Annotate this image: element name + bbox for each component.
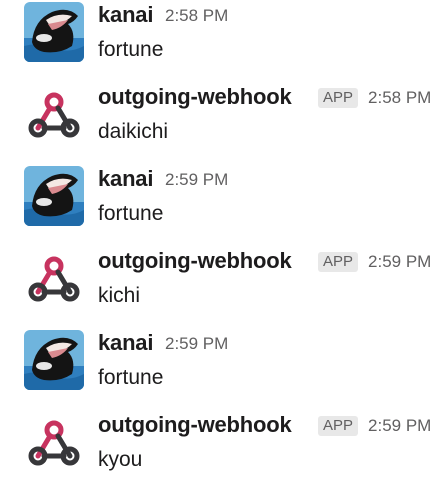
webhook-icon xyxy=(24,84,84,144)
sender-name[interactable]: kanai xyxy=(98,0,153,30)
timestamp[interactable]: 2:58 PM xyxy=(368,86,431,110)
app-badge: APP xyxy=(318,252,359,272)
app-badge: APP xyxy=(318,416,359,436)
message-text: daikichi xyxy=(98,120,169,143)
message-text: kichi xyxy=(98,284,141,307)
message-item: kanai 2:58 PM fortune xyxy=(0,0,448,80)
sender-name[interactable]: outgoing-webhook xyxy=(98,82,292,112)
message-meta: 2:58 PM xyxy=(165,4,228,28)
webhook-icon xyxy=(24,248,84,308)
message-text: fortune xyxy=(98,38,164,61)
message-text: fortune xyxy=(98,202,164,225)
sender-name[interactable]: outgoing-webhook xyxy=(98,246,292,276)
user-avatar[interactable] xyxy=(24,166,84,226)
timestamp[interactable]: 2:59 PM xyxy=(165,168,228,192)
bot-avatar[interactable] xyxy=(24,248,84,308)
sender-name[interactable]: outgoing-webhook xyxy=(98,410,292,440)
orca-photo-icon xyxy=(24,330,84,390)
message-meta: APP 2:58 PM xyxy=(318,86,431,110)
message-item: outgoing-webhook APP 2:59 PM kyou xyxy=(0,410,448,490)
message-text: fortune xyxy=(98,366,164,389)
message-item: outgoing-webhook APP 2:59 PM kichi xyxy=(0,246,448,326)
bot-avatar[interactable] xyxy=(24,84,84,144)
message-meta: 2:59 PM xyxy=(165,168,228,192)
message-text: kyou xyxy=(98,448,143,471)
timestamp[interactable]: 2:58 PM xyxy=(165,4,228,28)
message-meta: APP 2:59 PM xyxy=(318,250,431,274)
sender-name[interactable]: kanai xyxy=(98,328,153,358)
message-item: kanai 2:59 PM fortune xyxy=(0,328,448,408)
message-meta: 2:59 PM xyxy=(165,332,228,356)
user-avatar[interactable] xyxy=(24,2,84,62)
app-badge: APP xyxy=(318,88,359,108)
webhook-icon xyxy=(24,412,84,472)
message-item: kanai 2:59 PM fortune xyxy=(0,164,448,244)
timestamp[interactable]: 2:59 PM xyxy=(165,332,228,356)
bot-avatar[interactable] xyxy=(24,412,84,472)
orca-photo-icon xyxy=(24,2,84,62)
sender-name[interactable]: kanai xyxy=(98,164,153,194)
timestamp[interactable]: 2:59 PM xyxy=(368,414,431,438)
message-item: outgoing-webhook APP 2:58 PM daikichi xyxy=(0,82,448,162)
timestamp[interactable]: 2:59 PM xyxy=(368,250,431,274)
orca-photo-icon xyxy=(24,166,84,226)
user-avatar[interactable] xyxy=(24,330,84,390)
message-meta: APP 2:59 PM xyxy=(318,414,431,438)
